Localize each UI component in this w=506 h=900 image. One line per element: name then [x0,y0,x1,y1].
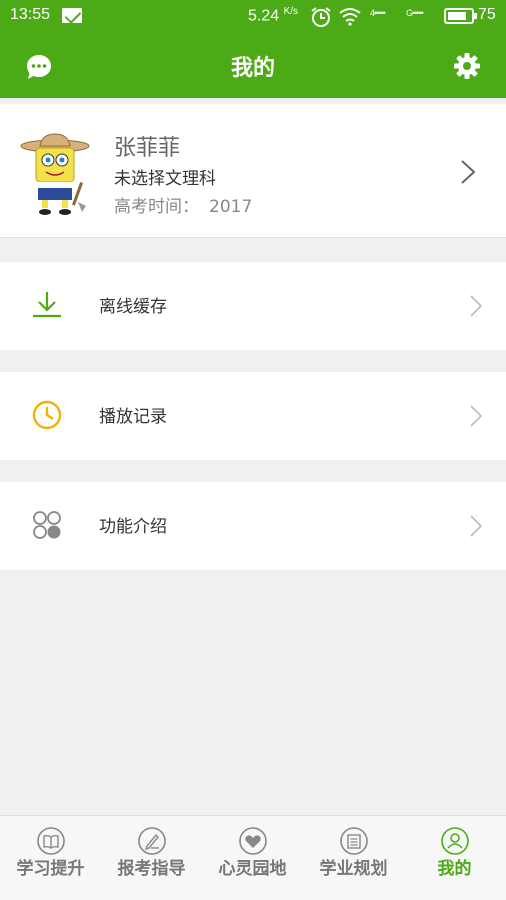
heart-icon [239,827,267,855]
tab-academic-plan[interactable]: 学业规划 [303,816,404,900]
menu-item-play-history[interactable]: 播放记录 [0,372,506,460]
exam-time: 高考时间： 2017 [114,197,253,217]
page-title: 我的 [230,56,275,81]
chevron-right-icon [470,515,482,537]
wifi-icon [339,8,361,26]
tab-label: 心灵园地 [218,859,287,879]
signal-icon: 4••••• [370,8,386,18]
pen-icon [138,827,166,855]
network-speed: 5.24 K/s [248,6,299,25]
menu-item-label: 功能介绍 [99,517,167,537]
tab-application-guide[interactable]: 报考指导 [101,816,202,900]
menu-item-offline-cache[interactable]: 离线缓存 [0,262,506,350]
battery-icon [444,8,477,24]
chevron-right-icon [461,160,476,184]
spongebob-avatar [20,133,90,215]
alarm-icon [311,7,331,27]
tab-label: 学习提升 [16,859,85,879]
user-icon [441,827,469,855]
user-name: 张菲菲 [114,136,181,161]
apps-icon [33,511,61,539]
tab-mine[interactable]: 我的 [404,816,505,900]
profile-card[interactable]: 张菲菲 未选择文理科 高考时间： 2017 [0,104,506,238]
tab-label: 我的 [437,859,472,879]
status-time: 13:55 [10,6,51,23]
signal-icon: G••••• [406,8,424,18]
book-icon [37,827,65,855]
clock-icon [32,400,62,430]
tab-mind-garden[interactable]: 心灵园地 [202,816,303,900]
app-header: 我的 [0,32,506,98]
bottom-nav: 学习提升 报考指导 心灵园地 学业规划 我的 [0,815,506,900]
menu-item-label: 离线缓存 [99,297,167,317]
mail-icon [62,8,82,23]
tab-study[interactable]: 学习提升 [0,816,101,900]
menu-item-feature-intro[interactable]: 功能介绍 [0,482,506,570]
gear-icon[interactable] [452,51,482,81]
menu-item-label: 播放记录 [99,407,167,427]
chevron-right-icon [470,405,482,427]
subject-choice: 未选择文理科 [114,169,216,189]
status-bar: 13:55 5.24 K/s 4••••• G••••• 75 [0,0,506,32]
list-icon [340,827,368,855]
battery-level: 75 [478,6,496,23]
tab-label: 报考指导 [117,859,186,879]
chevron-right-icon [470,295,482,317]
tab-label: 学业规划 [319,859,388,879]
download-icon [33,292,61,318]
